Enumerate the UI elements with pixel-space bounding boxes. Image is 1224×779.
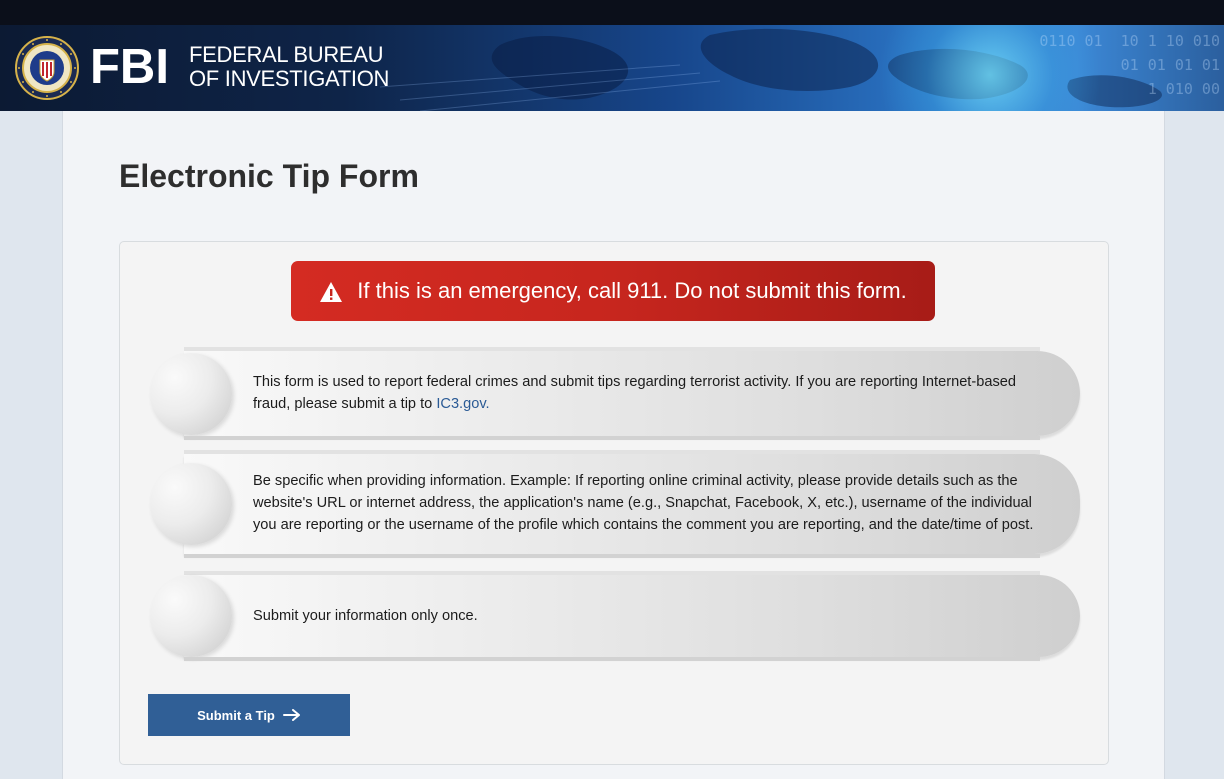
fbi-logo-subtitle[interactable]: FEDERAL BUREAU OF INVESTIGATION bbox=[189, 43, 389, 91]
info-bullet-circle bbox=[150, 575, 232, 657]
fbi-seal-icon[interactable] bbox=[15, 36, 79, 100]
info-bullet-circle bbox=[150, 353, 232, 435]
submit-tip-label: Submit a Tip bbox=[197, 707, 275, 723]
page-container: Electronic Tip Form If this is an emerge… bbox=[62, 111, 1165, 779]
emergency-alert: If this is an emergency, call 911. Do no… bbox=[291, 261, 935, 321]
info-item: This form is used to report federal crim… bbox=[150, 347, 1080, 440]
logo-line-1: FEDERAL BUREAU bbox=[189, 42, 384, 67]
info-item: Be specific when providing information. … bbox=[150, 450, 1080, 558]
info-text: Be specific when providing information. … bbox=[253, 473, 1034, 533]
tip-form-panel: If this is an emergency, call 911. Do no… bbox=[119, 241, 1109, 765]
fbi-logo-word[interactable]: FBI bbox=[90, 40, 169, 94]
info-text-body: This form is used to report federal crim… bbox=[253, 374, 1016, 412]
ic3-link[interactable]: IC3.gov. bbox=[436, 396, 489, 412]
binary-decoration: 0110 01 10 1 10 010 01 01 01 01 1 010 00 bbox=[1039, 32, 1220, 98]
emergency-alert-text: If this is an emergency, call 911. Do no… bbox=[357, 278, 907, 303]
info-item: Submit your information only once. bbox=[150, 571, 1080, 661]
arrow-right-icon bbox=[282, 709, 300, 721]
info-text: This form is used to report federal crim… bbox=[253, 371, 1044, 415]
submit-tip-button[interactable]: Submit a Tip bbox=[148, 694, 350, 736]
logo-line-2: OF INVESTIGATION bbox=[189, 66, 390, 91]
top-strip bbox=[0, 0, 1224, 25]
page-title: Electronic Tip Form bbox=[119, 158, 419, 194]
warning-triangle-icon bbox=[320, 282, 343, 302]
info-text: Submit your information only once. bbox=[253, 608, 478, 624]
info-bullet-circle bbox=[150, 463, 232, 545]
site-header: 0110 01 10 1 10 010 01 01 01 01 1 010 00… bbox=[0, 25, 1224, 111]
